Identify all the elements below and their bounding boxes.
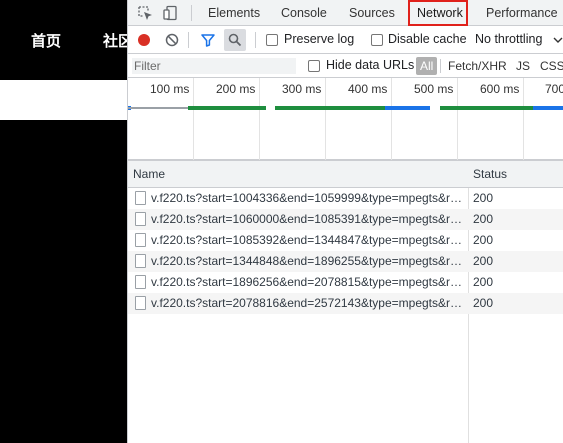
network-overview[interactable]: 100 ms 200 ms 300 ms 400 ms 500 ms 600 m… (128, 78, 563, 160)
document-icon (135, 233, 146, 247)
table-row[interactable]: v.f220.ts?start=1896256&end=2078815&type… (128, 272, 563, 293)
request-status: 200 (473, 233, 494, 247)
overview-tick-label: 300 ms (282, 82, 322, 96)
filter-input[interactable] (132, 58, 296, 74)
document-icon (135, 254, 146, 268)
network-tab-highlight (408, 0, 468, 26)
document-icon (135, 191, 146, 205)
preserve-log-checkbox[interactable] (266, 34, 278, 46)
toolbar-separator (188, 32, 189, 48)
request-name: v.f220.ts?start=2078816&end=2572143&type… (151, 296, 465, 310)
request-status: 200 (473, 275, 494, 289)
overview-gridline (259, 78, 260, 160)
document-icon (135, 296, 146, 310)
table-row[interactable]: v.f220.ts?start=1085392&end=1344847&type… (128, 230, 563, 251)
filterbar-separator (440, 59, 441, 73)
document-icon (135, 275, 146, 289)
tab-sources[interactable]: Sources (345, 0, 399, 26)
request-status: 200 (473, 254, 494, 268)
network-toolbar: Preserve log Disable cache No throttling (128, 26, 563, 54)
overview-tick-label: 100 ms (150, 82, 190, 96)
overview-request-bar (533, 106, 563, 110)
nav-item-home[interactable]: 首页 (31, 30, 61, 51)
overview-request-bar (275, 106, 385, 110)
table-row[interactable]: v.f220.ts?start=2078816&end=2572143&type… (128, 293, 563, 314)
throttling-select[interactable]: No throttling (475, 32, 542, 46)
request-status: 200 (473, 296, 494, 310)
type-filter-js[interactable]: JS (512, 57, 534, 75)
overview-request-bar (188, 106, 266, 110)
devtools-panel: Elements Console Sources Network Perform… (127, 0, 563, 443)
type-filter-css[interactable]: CSS (536, 57, 563, 75)
disable-cache-checkbox[interactable] (371, 34, 383, 46)
overview-request-bar (440, 106, 533, 110)
table-header: Name Status (128, 160, 563, 188)
record-icon[interactable] (134, 30, 154, 50)
request-rows: v.f220.ts?start=1004336&end=1059999&type… (128, 188, 563, 314)
overview-request-bar (385, 106, 430, 110)
overview-tick-label: 700 (545, 82, 563, 96)
column-header-name[interactable]: Name (128, 161, 468, 188)
request-name: v.f220.ts?start=1344848&end=1896255&type… (151, 254, 465, 268)
request-name: v.f220.ts?start=1896256&end=2078815&type… (151, 275, 465, 289)
preserve-log-label: Preserve log (284, 32, 355, 46)
tab-elements[interactable]: Elements (204, 0, 264, 26)
overview-gridline (193, 78, 194, 160)
column-header-status[interactable]: Status (468, 161, 563, 188)
overview-tick-label: 600 ms (480, 82, 520, 96)
table-row[interactable]: v.f220.ts?start=1004336&end=1059999&type… (128, 188, 563, 209)
table-row[interactable]: v.f220.ts?start=1060000&end=1085391&type… (128, 209, 563, 230)
inspect-element-icon[interactable] (135, 3, 155, 23)
tab-performance[interactable]: Performance (482, 0, 562, 26)
hide-data-urls-label: Hide data URLs (326, 58, 415, 72)
overview-gridline (391, 78, 392, 160)
hide-data-urls-checkbox[interactable] (308, 60, 320, 72)
overview-tick-label: 400 ms (348, 82, 388, 96)
page-viewport: 首页 社区 (0, 0, 133, 443)
request-status: 200 (473, 212, 494, 226)
tab-bar-separator (191, 5, 192, 21)
devtools-tab-bar: Elements Console Sources Network Perform… (128, 0, 563, 26)
request-name: v.f220.ts?start=1060000&end=1085391&type… (151, 212, 465, 226)
overview-tick-label: 500 ms (414, 82, 454, 96)
page-content-band (0, 80, 127, 120)
overview-gridline (457, 78, 458, 160)
filter-bar: Hide data URLs All Fetch/XHR JS CSS (128, 54, 563, 78)
requests-table: Name Status v.f220.ts?start=1004336&end=… (128, 160, 563, 443)
document-icon (135, 212, 146, 226)
request-name: v.f220.ts?start=1004336&end=1059999&type… (151, 191, 465, 205)
type-filter-fetch-xhr[interactable]: Fetch/XHR (444, 57, 511, 75)
toolbar-separator (255, 32, 256, 48)
overview-gridline (523, 78, 524, 160)
tab-console[interactable]: Console (277, 0, 331, 26)
search-icon[interactable] (224, 29, 246, 51)
overview-gridline (325, 78, 326, 160)
type-filter-all[interactable]: All (416, 57, 438, 75)
device-toolbar-icon[interactable] (161, 3, 181, 23)
table-row[interactable]: v.f220.ts?start=1344848&end=1896255&type… (128, 251, 563, 272)
chevron-down-icon[interactable] (552, 30, 563, 50)
request-name: v.f220.ts?start=1085392&end=1344847&type… (151, 233, 465, 247)
filter-icon[interactable] (198, 30, 218, 50)
disable-cache-label: Disable cache (388, 32, 467, 46)
overview-request-bar (128, 107, 188, 109)
request-status: 200 (473, 191, 494, 205)
overview-tick-label: 200 ms (216, 82, 256, 96)
clear-icon[interactable] (162, 30, 182, 50)
